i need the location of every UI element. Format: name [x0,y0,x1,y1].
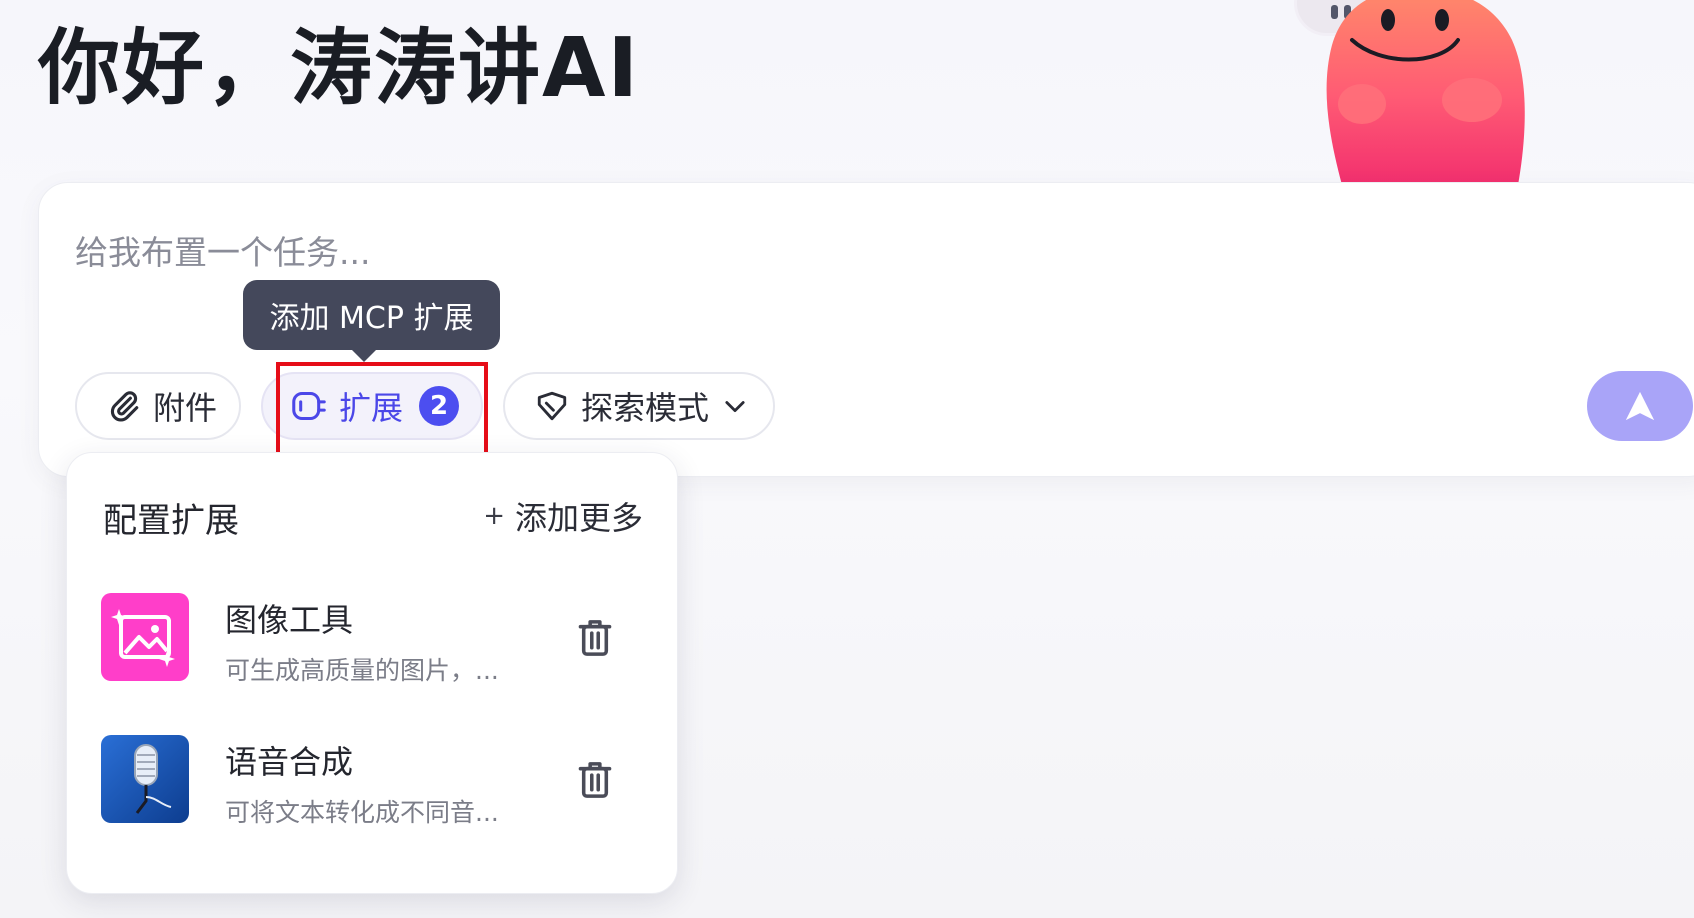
extension-item[interactable]: 图像工具 可生成高质量的图片，... [101,593,641,685]
greeting-title: 你好，涛涛讲AI [38,21,640,116]
trash-icon[interactable] [575,617,615,659]
explore-mode-dropdown[interactable]: 探索模式 [503,372,775,440]
extension-tooltip: 添加 MCP 扩展 [243,280,500,362]
image-sparkle-icon [101,593,189,681]
plug-extension-icon [292,392,326,420]
plus-icon: + [483,501,505,531]
trash-icon[interactable] [575,759,615,801]
attach-button[interactable]: 附件 [75,372,241,440]
extension-name: 图像工具 [225,601,354,639]
page: 你好，涛涛讲AI 附件 [0,0,1694,918]
send-arrow-icon [1625,391,1655,421]
extension-description: 可将文本转化成不同音... [225,798,499,827]
extension-count-badge: 2 [419,386,460,426]
extension-panel: 配置扩展 + 添加更多 图像工具 可生成高质量的图片，... 语音合成 可将文本… [66,452,678,894]
paperclip-icon [110,391,139,422]
extension-name: 语音合成 [225,743,354,781]
panel-title: 配置扩展 [103,501,239,541]
extension-label: 扩展 [339,389,404,427]
extension-button[interactable]: 扩展 2 [261,372,483,440]
extension-item[interactable]: 语音合成 可将文本转化成不同音... [101,735,641,827]
send-button[interactable] [1587,371,1693,441]
attach-label: 附件 [153,389,218,427]
extension-description: 可生成高质量的图片，... [225,656,499,685]
add-more-label: 添加更多 [514,499,643,537]
mascot-illustration [1326,0,1525,185]
tag-icon [537,391,567,421]
microphone-icon [101,735,189,823]
explore-mode-label: 探索模式 [581,389,710,427]
task-input[interactable] [75,227,1575,277]
chevron-down-icon [725,401,745,413]
add-more-button[interactable]: + 添加更多 [483,493,643,539]
